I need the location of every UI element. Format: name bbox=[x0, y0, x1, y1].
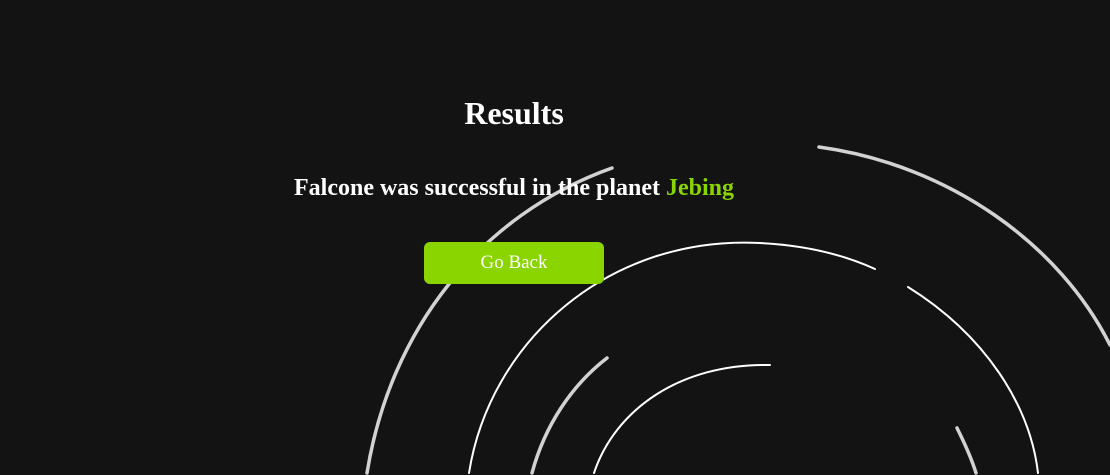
orbit-ring-inner-left bbox=[530, 356, 609, 475]
result-message: Falcone was successful in the planet Jeb… bbox=[0, 172, 1028, 204]
orbit-ring-middle-right bbox=[907, 286, 1039, 474]
orbit-rings-background bbox=[365, 145, 1110, 475]
results-page: Results Falcone was successful in the pl… bbox=[0, 0, 1110, 475]
results-title: Results bbox=[464, 95, 564, 131]
orbit-ring-outer-left bbox=[365, 166, 614, 475]
planet-name: Jebing bbox=[665, 175, 734, 201]
orbit-ring-inner-top bbox=[593, 363, 771, 474]
result-message-text: Falcone was successful in the planet bbox=[293, 175, 666, 201]
orbit-ring-inner-right bbox=[955, 426, 978, 475]
go-back-button[interactable]: Go Back bbox=[424, 242, 604, 284]
